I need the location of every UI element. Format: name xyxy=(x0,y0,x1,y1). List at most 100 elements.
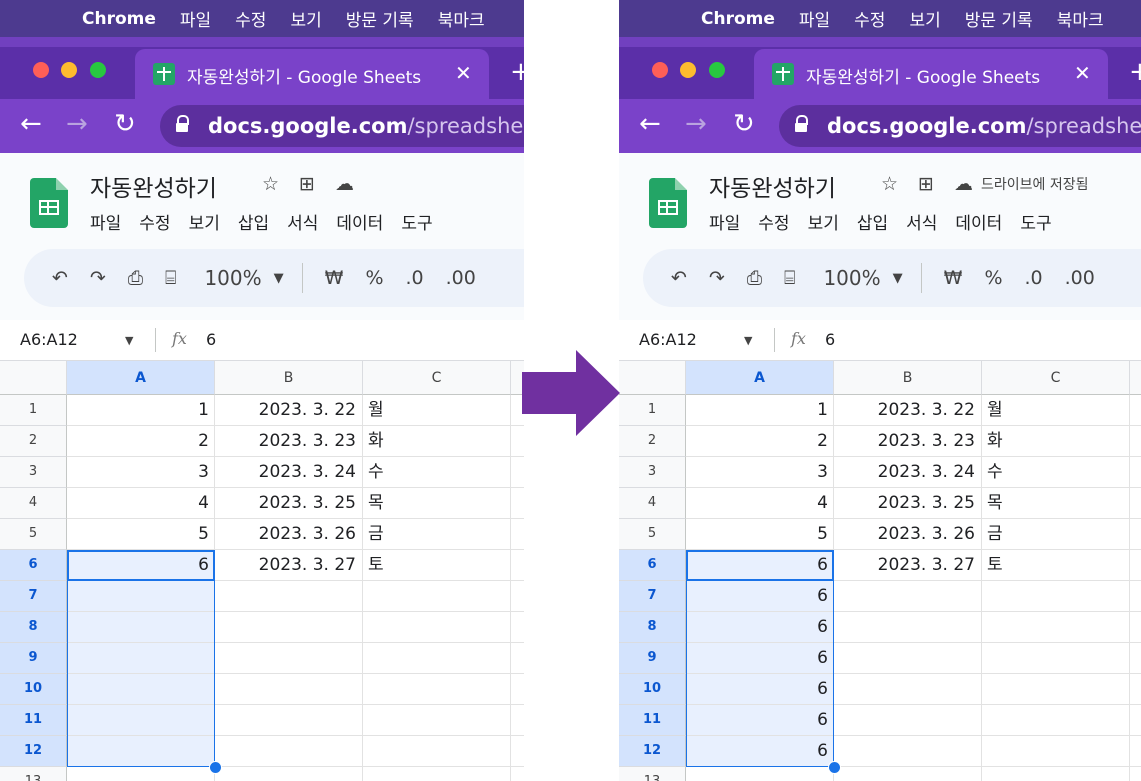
cell-b[interactable] xyxy=(215,767,363,781)
sheets-logo-icon[interactable] xyxy=(649,178,687,228)
cell-b[interactable]: 2023. 3. 25 xyxy=(834,488,982,519)
cell-c[interactable]: 수 xyxy=(363,457,511,488)
cell-d[interactable] xyxy=(1130,581,1141,612)
cell-d[interactable] xyxy=(1130,643,1141,674)
select-all-corner[interactable] xyxy=(619,361,686,395)
docs-menu-item[interactable]: 보기 xyxy=(808,209,839,234)
row-header[interactable]: 10 xyxy=(0,674,67,705)
cell-b[interactable] xyxy=(215,705,363,736)
row-header[interactable]: 3 xyxy=(0,457,67,488)
cell-c[interactable]: 화 xyxy=(982,426,1130,457)
cell-d[interactable] xyxy=(511,736,524,767)
decrease-decimal-button[interactable]: .0 xyxy=(406,267,424,289)
cell-b[interactable] xyxy=(215,674,363,705)
cell-b[interactable]: 2023. 3. 24 xyxy=(215,457,363,488)
cell-b[interactable] xyxy=(834,612,982,643)
paint-format-icon[interactable]: ⌸ xyxy=(165,267,176,289)
cell-b[interactable] xyxy=(834,581,982,612)
cloud-status-icon[interactable]: ☁ xyxy=(954,173,973,195)
mac-menu-item[interactable]: 수정 xyxy=(854,6,885,31)
percent-format-button[interactable]: % xyxy=(365,267,383,289)
column-header[interactable]: A xyxy=(686,361,834,395)
redo-icon[interactable]: ↷ xyxy=(709,267,725,289)
document-title[interactable]: 자동완성하기 xyxy=(90,169,217,203)
cell-b[interactable] xyxy=(215,643,363,674)
cell-a[interactable]: 1 xyxy=(686,395,834,426)
cell-a[interactable] xyxy=(67,581,215,612)
cell-a[interactable] xyxy=(67,736,215,767)
column-header[interactable] xyxy=(1130,361,1141,395)
cell-c[interactable]: 토 xyxy=(982,550,1130,581)
zoom-select[interactable]: 100% xyxy=(823,266,880,290)
currency-format-button[interactable]: ₩ xyxy=(944,267,963,289)
cell-a[interactable] xyxy=(67,767,215,781)
paint-format-icon[interactable]: ⌸ xyxy=(784,267,795,289)
cell-d[interactable] xyxy=(1130,674,1141,705)
cell-c[interactable] xyxy=(982,581,1130,612)
cell-b[interactable]: 2023. 3. 23 xyxy=(834,426,982,457)
cell-b[interactable]: 2023. 3. 26 xyxy=(834,519,982,550)
cell-d[interactable] xyxy=(1130,426,1141,457)
cell-c[interactable]: 월 xyxy=(363,395,511,426)
mac-menu-item[interactable]: 파일 xyxy=(180,6,211,31)
docs-menu-item[interactable]: 수정 xyxy=(139,209,170,234)
cell-b[interactable]: 2023. 3. 27 xyxy=(215,550,363,581)
row-header[interactable]: 7 xyxy=(0,581,67,612)
cell-a[interactable] xyxy=(686,767,834,781)
mac-menu-item[interactable]: Chrome xyxy=(82,9,156,29)
undo-icon[interactable]: ↶ xyxy=(52,267,68,289)
row-header[interactable]: 11 xyxy=(0,705,67,736)
cell-c[interactable]: 토 xyxy=(363,550,511,581)
name-box-dropdown-icon[interactable]: ▼ xyxy=(125,334,133,347)
cell-a[interactable]: 6 xyxy=(686,581,834,612)
mac-menu-item[interactable]: 방문 기록 xyxy=(346,6,414,31)
cell-b[interactable]: 2023. 3. 22 xyxy=(215,395,363,426)
cell-a[interactable] xyxy=(67,643,215,674)
undo-icon[interactable]: ↶ xyxy=(671,267,687,289)
cell-c[interactable] xyxy=(363,581,511,612)
cell-a[interactable]: 6 xyxy=(686,612,834,643)
currency-format-button[interactable]: ₩ xyxy=(325,267,344,289)
cell-d[interactable] xyxy=(511,581,524,612)
docs-menu-item[interactable]: 서식 xyxy=(287,209,318,234)
mac-menu-item[interactable]: Chrome xyxy=(701,9,775,29)
cell-d[interactable] xyxy=(1130,612,1141,643)
zoom-select[interactable]: 100% xyxy=(204,266,261,290)
row-header[interactable]: 2 xyxy=(619,426,686,457)
row-header[interactable]: 12 xyxy=(0,736,67,767)
cell-b[interactable] xyxy=(215,612,363,643)
cell-c[interactable] xyxy=(982,674,1130,705)
row-header[interactable]: 4 xyxy=(619,488,686,519)
cell-b[interactable]: 2023. 3. 22 xyxy=(834,395,982,426)
document-title[interactable]: 자동완성하기 xyxy=(709,169,836,203)
docs-menu-item[interactable]: 파일 xyxy=(709,209,740,234)
new-tab-button[interactable]: + xyxy=(1129,57,1141,87)
cell-a[interactable]: 6 xyxy=(686,674,834,705)
docs-menu-item[interactable]: 도구 xyxy=(1020,209,1051,234)
back-arrow-icon[interactable]: ← xyxy=(20,109,42,139)
cell-d[interactable] xyxy=(511,519,524,550)
cell-c[interactable] xyxy=(363,705,511,736)
reload-icon[interactable]: ↻ xyxy=(733,109,755,139)
fill-handle[interactable] xyxy=(209,761,222,774)
row-header[interactable]: 8 xyxy=(619,612,686,643)
browser-tab[interactable]: 자동완성하기 - Google Sheets ✕ xyxy=(754,49,1108,99)
print-icon[interactable]: ⎙ xyxy=(747,267,762,289)
cell-d[interactable] xyxy=(1130,736,1141,767)
row-header[interactable]: 3 xyxy=(619,457,686,488)
cell-c[interactable] xyxy=(982,767,1130,781)
mac-menu-item[interactable]: 파일 xyxy=(799,6,830,31)
cell-b[interactable]: 2023. 3. 25 xyxy=(215,488,363,519)
cell-a[interactable]: 6 xyxy=(686,643,834,674)
decrease-decimal-button[interactable]: .0 xyxy=(1025,267,1043,289)
row-header[interactable]: 6 xyxy=(619,550,686,581)
cell-c[interactable]: 월 xyxy=(982,395,1130,426)
forward-arrow-icon[interactable]: → xyxy=(685,109,707,139)
cell-d[interactable] xyxy=(1130,488,1141,519)
address-bar[interactable]: docs.google.com/spreadsheets/c xyxy=(779,105,1141,147)
column-header[interactable]: B xyxy=(834,361,982,395)
cell-c[interactable]: 화 xyxy=(363,426,511,457)
print-icon[interactable]: ⎙ xyxy=(128,267,143,289)
column-header[interactable]: B xyxy=(215,361,363,395)
mac-menu-item[interactable]: 수정 xyxy=(235,6,266,31)
